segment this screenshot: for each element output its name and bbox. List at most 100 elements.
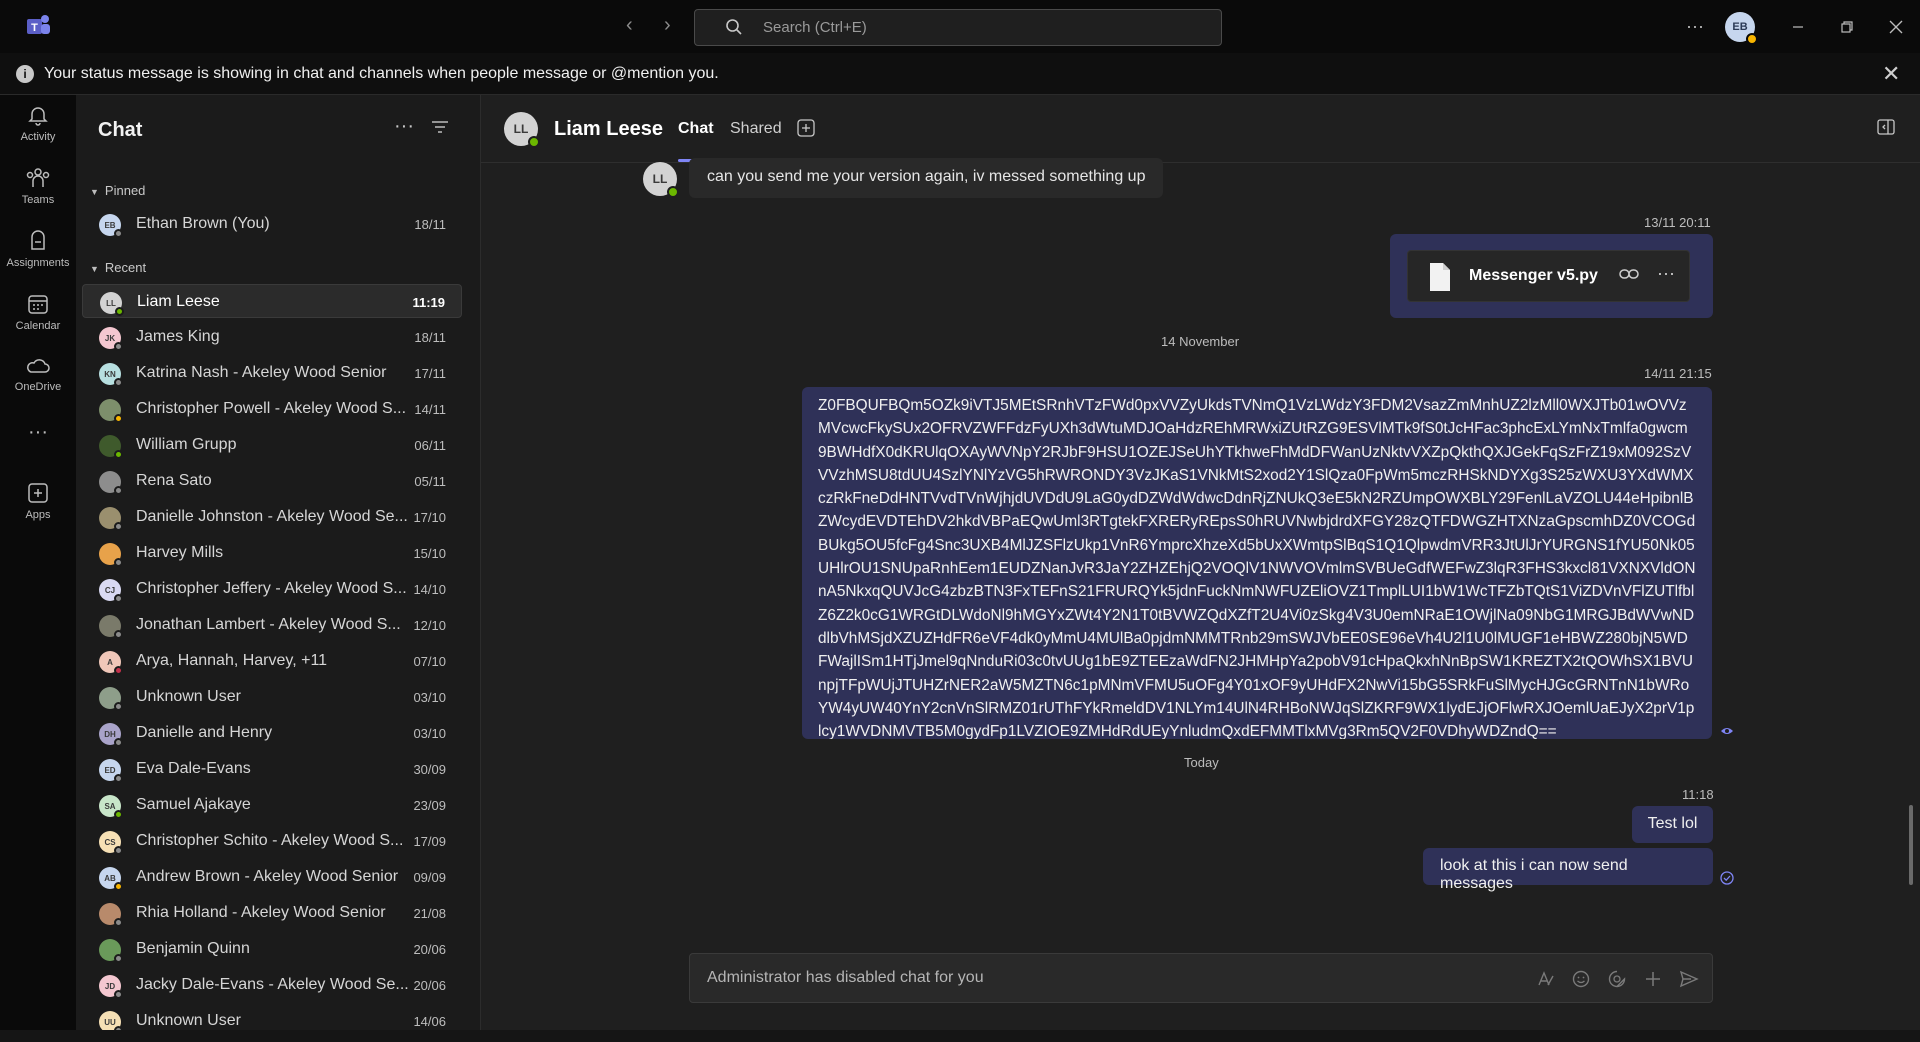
sticker-icon[interactable] — [1606, 968, 1628, 990]
chat-list-item[interactable]: Unknown User 03/10 — [82, 680, 462, 714]
chat-list-item[interactable]: Rena Sato 05/11 — [82, 464, 462, 498]
rail-item-assignments[interactable]: Assignments — [0, 229, 76, 269]
more-options-icon[interactable]: ··· — [1680, 0, 1710, 53]
teams-logo-icon[interactable]: T — [24, 13, 52, 39]
chat-list-item-date: 03/10 — [413, 726, 446, 741]
cloud-icon — [27, 359, 50, 373]
chat-list-item[interactable]: LL Liam Leese 11:19 — [82, 284, 462, 318]
recent-section-header[interactable]: ▼ Recent — [90, 260, 146, 275]
emoji-icon[interactable] — [1570, 968, 1592, 990]
open-panel-icon[interactable] — [1877, 119, 1895, 135]
chat-list-item[interactable]: Christopher Powell - Akeley Wood S... 14/… — [82, 392, 462, 426]
presence-status-icon — [114, 342, 123, 351]
close-window-icon[interactable] — [1884, 0, 1908, 53]
chat-list-item[interactable]: Danielle Johnston - Akeley Wood Se... 17/… — [82, 500, 462, 534]
message-timestamp: 13/11 20:11 — [1644, 215, 1711, 230]
rail-item-teams[interactable]: Teams — [0, 166, 76, 206]
banner-close-icon[interactable]: ✕ — [1882, 61, 1900, 87]
chat-list-item[interactable]: A Arya, Hannah, Harvey, +11 07/10 — [82, 644, 462, 678]
copy-link-icon[interactable] — [1619, 268, 1639, 280]
info-icon: i — [16, 65, 34, 83]
rail-label-onedrive: OneDrive — [14, 381, 62, 393]
minimize-icon[interactable] — [1786, 0, 1810, 53]
assignments-icon — [31, 230, 45, 250]
tab-chat[interactable]: Chat — [678, 120, 714, 138]
add-tab-icon[interactable] — [797, 119, 815, 137]
presence-status-icon — [114, 882, 123, 891]
sidebar-more-icon[interactable]: ··· — [394, 115, 414, 138]
taskbar-strip — [0, 1030, 1920, 1042]
tab-shared[interactable]: Shared — [730, 120, 782, 138]
chat-list-item[interactable]: AB Andrew Brown - Akeley Wood Senior 09/09 — [82, 860, 462, 894]
chat-list-item[interactable]: DH Danielle and Henry 03/10 — [82, 716, 462, 750]
format-icon[interactable] — [1534, 968, 1556, 990]
chat-list-item-date: 18/11 — [414, 330, 446, 345]
file-more-icon[interactable]: ··· — [1657, 263, 1675, 284]
chat-list-item[interactable]: SA Samuel Ajakaye 23/09 — [82, 788, 462, 822]
rail-label-apps: Apps — [25, 509, 51, 521]
rail-item-apps[interactable]: Apps — [0, 481, 76, 521]
date-divider: 14 November — [1161, 334, 1240, 349]
chat-list-item[interactable]: Rhia Holland - Akeley Wood Senior 21/08 — [82, 896, 462, 930]
chat-list-item[interactable]: Harvey Mills 15/10 — [82, 536, 462, 570]
chat-list-item[interactable]: CS Christopher Schito - Akeley Wood S... 1… — [82, 824, 462, 858]
delivered-check-icon — [1720, 871, 1734, 885]
chat-list-item[interactable]: ED Eva Dale-Evans 30/09 — [82, 752, 462, 786]
search-placeholder: Search (Ctrl+E) — [763, 19, 867, 36]
file-attachment-card[interactable]: Messenger v5.py ··· — [1407, 250, 1690, 302]
presence-status-icon — [114, 990, 123, 999]
back-arrow-icon[interactable]: ‹ — [626, 14, 633, 37]
chat-list-item-date: 20/06 — [413, 978, 446, 993]
chat-list-item[interactable]: Benjamin Quinn 20/06 — [82, 932, 462, 966]
restore-icon[interactable] — [1835, 0, 1859, 53]
avatar-initials: JD — [104, 981, 116, 991]
avatar: A — [99, 651, 123, 675]
chat-list-item[interactable]: EB Ethan Brown (You) 18/11 — [82, 207, 462, 241]
pinned-section-header[interactable]: ▼ Pinned — [90, 183, 145, 198]
avatar-initials: KN — [104, 369, 116, 379]
chat-scrollbar[interactable] — [1909, 805, 1913, 885]
rail-item-onedrive[interactable]: OneDrive — [0, 355, 76, 393]
presence-status-icon — [114, 414, 123, 423]
chat-list-item[interactable]: JK James King 18/11 — [82, 320, 462, 354]
avatar-initials: JK — [104, 333, 116, 343]
avatar-initials: DH — [104, 729, 116, 739]
caret-down-icon: ▼ — [90, 187, 99, 197]
chat-list-item[interactable]: Jonathan Lambert - Akeley Wood S... 12/10 — [82, 608, 462, 642]
teams-icon — [26, 168, 50, 187]
outgoing-message[interactable]: look at this i can now send messages — [1423, 848, 1713, 892]
incoming-message[interactable]: can you send me your version again, iv m… — [689, 158, 1164, 198]
chat-list-item-date: 09/09 — [413, 870, 446, 885]
attach-plus-icon[interactable] — [1642, 968, 1664, 990]
search-input[interactable]: Search (Ctrl+E) — [694, 9, 1222, 46]
send-icon[interactable] — [1678, 968, 1700, 990]
presence-status-icon — [114, 666, 123, 675]
chat-list-item-date: 11:19 — [412, 295, 445, 310]
chat-list-item-name: Katrina Nash - Akeley Wood Senior — [136, 364, 387, 381]
forward-arrow-icon[interactable]: › — [664, 14, 671, 37]
message-sender-avatar[interactable]: LL — [643, 162, 679, 198]
filter-icon[interactable] — [432, 121, 448, 133]
rail-item-activity[interactable]: Activity — [0, 103, 76, 143]
user-avatar[interactable]: EB — [1725, 12, 1758, 45]
rail-item-calendar[interactable]: Calendar — [0, 292, 76, 332]
rail-more-icon[interactable]: ··· — [0, 422, 76, 442]
chat-list-item-name: Christopher Powell - Akeley Wood S... — [136, 400, 407, 417]
outgoing-long-message[interactable]: Z0FBQUFBQm5OZk9iVTJ5MEtSRnhVTzFWd0pxVVZy… — [802, 387, 1712, 739]
contact-avatar[interactable]: LL — [504, 112, 540, 148]
chat-list-item[interactable]: JD Jacky Dale-Evans - Akeley Wood Se... 20… — [82, 968, 462, 1002]
avatar: ED — [99, 759, 123, 783]
avatar — [99, 939, 123, 963]
chat-list-item[interactable]: CJ Christopher Jeffery - Akeley Wood S...… — [82, 572, 462, 606]
presence-status-icon — [114, 522, 123, 531]
presence-status-icon — [114, 229, 123, 238]
outgoing-message[interactable]: Test lol — [1632, 806, 1713, 843]
chat-list-item[interactable]: William Grupp 06/11 — [82, 428, 462, 462]
status-available-icon — [528, 136, 540, 148]
caret-down-icon: ▼ — [90, 264, 99, 274]
avatar-initials: A — [107, 657, 113, 667]
chat-list-item[interactable]: KN Katrina Nash - Akeley Wood Senior 17/11 — [82, 356, 462, 390]
chat-list-item-date: 05/11 — [414, 474, 446, 489]
message-compose-box[interactable]: Administrator has disabled chat for you — [689, 953, 1713, 1003]
file-icon — [1430, 263, 1450, 291]
